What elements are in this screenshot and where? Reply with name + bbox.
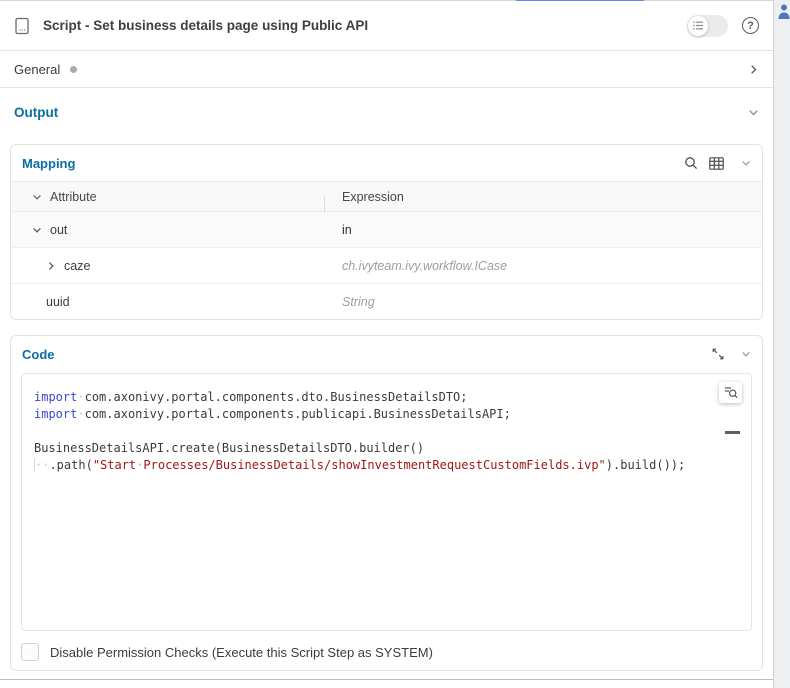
details-toggle[interactable] <box>687 14 728 37</box>
expression-value[interactable]: in <box>342 223 352 237</box>
mapping-card-header: Mapping <box>11 145 762 181</box>
attribute-name: out <box>50 222 68 237</box>
script-inscription-panel: Script - Set business details page using… <box>0 1 773 688</box>
expression-placeholder[interactable]: ch.ivyteam.ivy.workflow.ICase <box>342 259 507 273</box>
script-file-icon <box>14 17 30 35</box>
chevron-right-icon[interactable] <box>748 64 759 75</box>
right-sidebar-gutter <box>773 0 790 688</box>
table-grid-icon[interactable] <box>709 156 724 170</box>
mapping-label: Mapping <box>22 155 76 171</box>
chevron-down-icon[interactable] <box>32 192 42 202</box>
mapping-card: Mapping Attribute Expression out in caze… <box>10 144 763 320</box>
disable-permission-label: Disable Permission Checks (Execute this … <box>50 644 433 660</box>
code-card: Code import·com.axonivy.portal.component… <box>10 335 763 671</box>
person-icon[interactable] <box>776 3 790 21</box>
code-label: Code <box>22 346 55 362</box>
help-icon[interactable]: ? <box>742 17 759 34</box>
general-label: General <box>14 61 61 77</box>
mapping-table: Attribute Expression out in caze ch.ivyt… <box>11 181 762 319</box>
scrollbar-marker[interactable] <box>725 431 740 434</box>
expression-placeholder[interactable]: String <box>342 295 375 309</box>
toggle-knob <box>688 15 708 36</box>
panel-header: Script - Set business details page using… <box>0 1 773 51</box>
output-label: Output <box>14 105 59 120</box>
column-header-expression: Expression <box>342 189 404 204</box>
code-content[interactable]: import·com.axonivy.portal.components.dto… <box>22 374 751 474</box>
search-icon[interactable] <box>684 156 698 170</box>
find-in-code-icon[interactable] <box>719 382 742 403</box>
section-divider <box>0 679 773 680</box>
chevron-down-icon[interactable] <box>741 158 751 168</box>
general-status-dot <box>70 65 78 73</box>
chevron-down-icon[interactable] <box>32 225 42 235</box>
chevron-right-icon[interactable] <box>46 261 56 271</box>
table-row-uuid[interactable]: uuid String <box>11 284 762 319</box>
table-row-caze[interactable]: caze ch.ivyteam.ivy.workflow.ICase <box>11 248 762 284</box>
section-output-header[interactable]: Output <box>0 88 773 120</box>
code-editor[interactable]: import·com.axonivy.portal.components.dto… <box>21 373 752 631</box>
column-header-attribute: Attribute <box>50 189 97 204</box>
expand-icon[interactable] <box>712 348 724 360</box>
code-card-header: Code <box>11 336 762 372</box>
table-row-out[interactable]: out in <box>11 212 762 248</box>
attribute-name: caze <box>64 258 91 273</box>
page-title: Script - Set business details page using… <box>43 18 369 33</box>
section-general[interactable]: General <box>0 51 773 88</box>
list-icon <box>692 21 703 30</box>
disable-permission-checkbox[interactable] <box>21 643 39 661</box>
permission-checkbox-row: Disable Permission Checks (Execute this … <box>21 643 752 661</box>
mapping-table-header: Attribute Expression <box>11 182 762 213</box>
chevron-down-icon[interactable] <box>741 349 751 359</box>
chevron-down-icon[interactable] <box>748 107 759 118</box>
attribute-name: uuid <box>46 294 70 309</box>
